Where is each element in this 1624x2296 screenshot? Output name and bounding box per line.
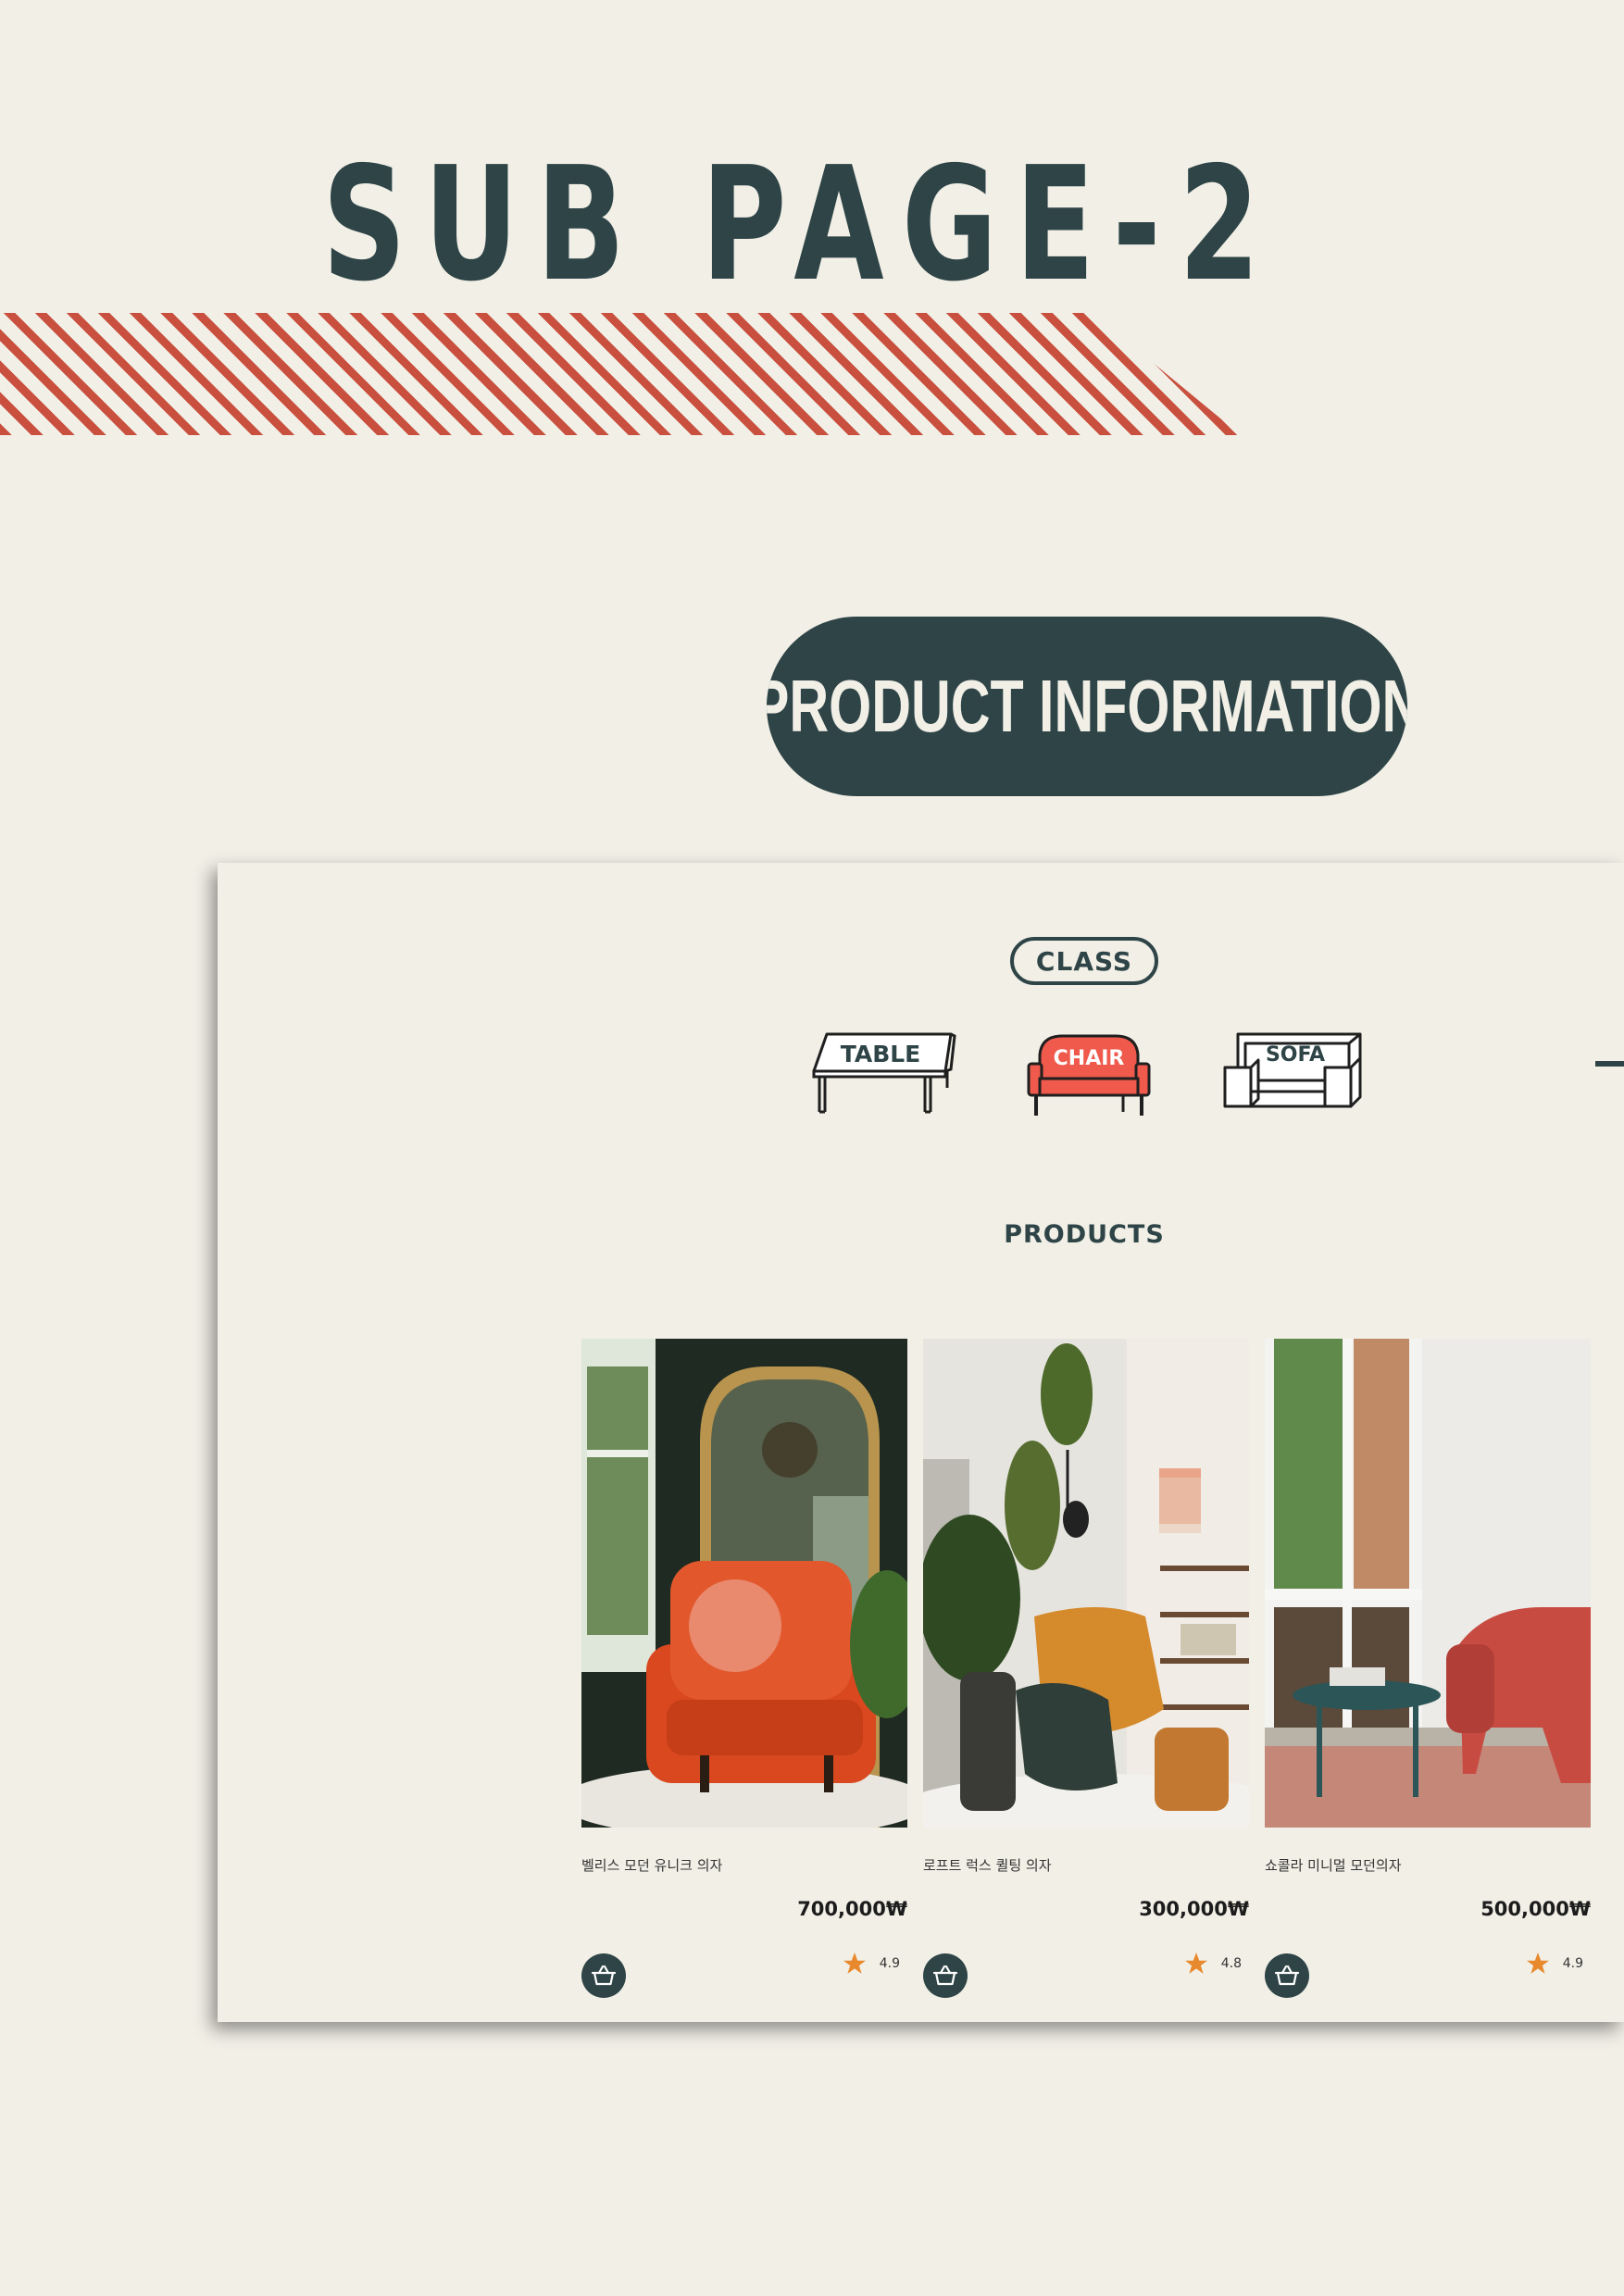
product-card[interactable]: 벨리스 모던 유니크 의자 700,000₩ 4.9 [581,1339,907,1998]
carousel-next-indicator[interactable] [1595,1061,1624,1067]
product-name: 로프트 럭스 퀼팅 의자 [923,1857,1052,1874]
category-table-button[interactable]: TABLE [810,1030,962,1123]
product-price: 700,000₩ [797,1898,907,1920]
product-name: 쇼콜라 미니멀 모던의자 [1265,1857,1402,1874]
star-icon [1184,1953,1207,1974]
page-title: SUB PAGE-2 [322,133,1278,317]
product-rating: 4.9 [843,1952,900,1976]
products-heading: PRODUCTS [1004,1220,1165,1249]
add-to-cart-button[interactable] [581,1953,626,1998]
class-label-text: CLASS [1035,945,1133,977]
add-to-cart-button[interactable] [923,1953,968,1998]
screen-mockup-panel: CLASS TABLE CHAIR SOFA PRODUCTS 벨리스 모던 유… [218,863,1624,2022]
category-sofa-button[interactable]: SOFA [1223,1030,1371,1123]
class-filter-label: CLASS [1010,937,1158,985]
striped-banner [0,313,1241,435]
product-image[interactable] [581,1339,907,1828]
rating-value: 4.9 [1562,1956,1583,1971]
basket-icon [1274,1965,1300,1986]
basket-icon [591,1965,617,1986]
product-card[interactable]: 쇼콜라 미니멀 모던의자 500,000₩ 4.9 [1265,1339,1591,1998]
product-rating: 4.9 [1526,1952,1583,1976]
add-to-cart-button[interactable] [1265,1953,1309,1998]
product-price: 300,000₩ [1139,1898,1249,1920]
category-chair-label: CHAIR [1054,1047,1125,1070]
rating-value: 4.9 [879,1956,900,1971]
product-card[interactable]: 로프트 럭스 퀼팅 의자 300,000₩ 4.8 [923,1339,1249,1998]
rating-value: 4.8 [1220,1956,1242,1971]
category-chair-button[interactable]: CHAIR [1027,1030,1156,1123]
product-name: 벨리스 모던 유니크 의자 [581,1857,723,1874]
basket-icon [932,1965,958,1986]
product-image[interactable] [1265,1339,1591,1828]
star-icon [1526,1953,1549,1974]
category-sofa-label: SOFA [1266,1043,1325,1067]
star-icon [843,1953,866,1974]
section-label: PRODUCT INFORMATION [767,665,1407,747]
product-price: 500,000₩ [1480,1898,1591,1920]
section-label-pill: PRODUCT INFORMATION [767,617,1407,796]
category-table-label: TABLE [841,1041,921,1067]
product-rating: 4.8 [1184,1952,1242,1976]
product-image[interactable] [923,1339,1249,1828]
